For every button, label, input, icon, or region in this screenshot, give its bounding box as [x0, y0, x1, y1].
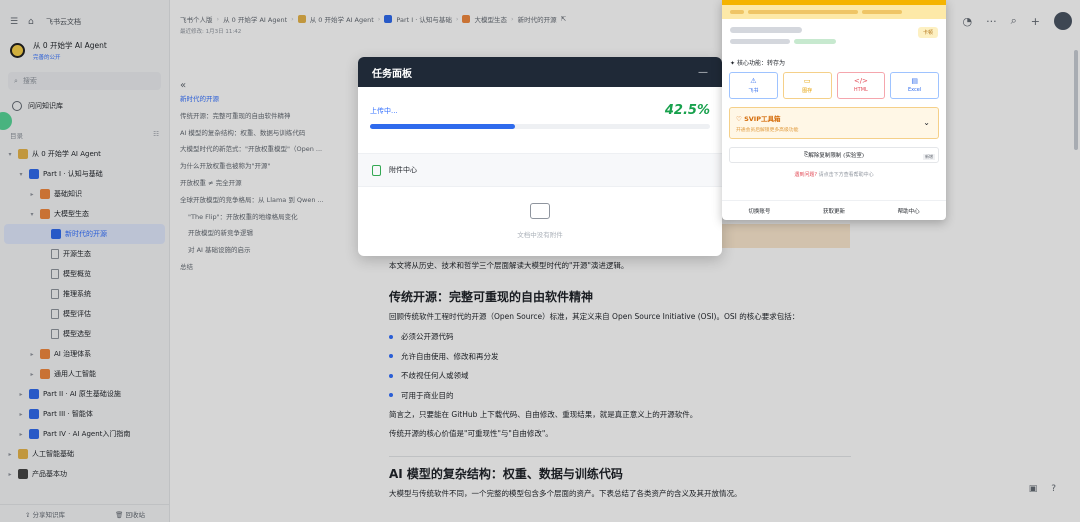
export-format-icon: ▤ [911, 77, 918, 85]
export-图存-button[interactable]: ▭ 图存 [782, 72, 832, 99]
export-format-icon: </> [853, 77, 868, 85]
new-badge: 新增 [923, 154, 935, 160]
core-feature-text: 核心功能：转存为 [736, 60, 785, 67]
task-panel: 任务面板 — 上传中... 42.5% 附件中心 文档中没有附件 [358, 57, 722, 256]
help-hint-text: 请点击下方查看帮助中心 [818, 172, 874, 178]
svip-subtitle: 开通会员后解锁更多高级功能 [736, 128, 799, 133]
export-format-label: HTML [853, 87, 868, 93]
export-format-label: 飞书 [748, 87, 759, 94]
help-hint: 遇到问题? 请点击下方查看帮助中心 [722, 171, 946, 178]
minimize-icon[interactable]: — [698, 67, 708, 78]
shield-icon: ♡ [736, 115, 745, 123]
attachment-icon [372, 164, 381, 176]
task-panel-title: 任务面板 [372, 68, 412, 80]
export-excel-button[interactable]: ▤ Excel [890, 72, 939, 99]
upload-percent: 42.5% [664, 103, 710, 118]
attachment-center[interactable]: 附件中心 [358, 153, 722, 187]
unlock-copy-label: 解除复制限制 (实验室) [808, 153, 864, 159]
task-panel-header: 任务面板 — [358, 57, 722, 87]
banner-blurred-2 [748, 10, 858, 14]
attachment-center-label: 附件中心 [389, 166, 417, 174]
export-format-icon: ▭ [803, 76, 811, 85]
account-meta-blurred [730, 39, 790, 44]
svip-title: SVIP工具箱 [744, 115, 781, 123]
popup-footer-link[interactable]: 切换账号 [748, 207, 770, 215]
banner-blurred-3 [862, 10, 902, 14]
account-tag[interactable]: 卡顿 [917, 27, 938, 38]
account-email-blurred [730, 27, 802, 33]
export-飞书-button[interactable]: ⚠ 飞书 [729, 72, 778, 99]
export-format-label: 图存 [802, 87, 813, 94]
upload-status-row: 上传中... 42.5% [358, 103, 722, 118]
export-format-label: Excel [908, 87, 922, 93]
progress-bar [370, 124, 710, 129]
chevron-down-icon[interactable]: ⌄ [923, 118, 930, 127]
empty-inbox-icon [530, 203, 550, 219]
core-feature-label: ✦ 核心功能：转存为 [722, 58, 946, 67]
export-html-button[interactable]: </> HTML [836, 72, 886, 99]
banner-blurred-1 [730, 10, 744, 14]
account-row: 卡顿 [722, 19, 946, 44]
unlock-copy-button[interactable]: ⎘ 解除复制限制 (实验室) 新增 [729, 147, 939, 163]
account-status-blurred [794, 39, 836, 44]
popup-footer-link[interactable]: 获取更新 [823, 207, 845, 215]
rocket-icon: ✦ [730, 60, 737, 67]
progress-fill [370, 124, 515, 129]
export-buttons: ⚠ 飞书 ▭ 图存 </> HTML ▤ Excel [722, 72, 946, 99]
empty-attachments-text: 文档中没有附件 [517, 231, 563, 239]
export-format-icon: ⚠ [750, 76, 757, 85]
promo-banner[interactable] [722, 5, 946, 19]
svip-toolbox[interactable]: ♡ SVIP工具箱 开通会员后解锁更多高级功能 ⌄ [729, 107, 939, 139]
help-hint-red[interactable]: 遇到问题? [794, 172, 817, 178]
popup-footer-link[interactable]: 帮助中心 [898, 207, 920, 215]
popup-footer: 切换账号 获取更新 帮助中心 [722, 200, 946, 220]
extension-popup: 卡顿 ✦ 核心功能：转存为 ⚠ 飞书 ▭ 图存 </> HTML ▤ Excel ♡ SVIP… [722, 0, 946, 220]
upload-label: 上传中... [370, 106, 398, 115]
